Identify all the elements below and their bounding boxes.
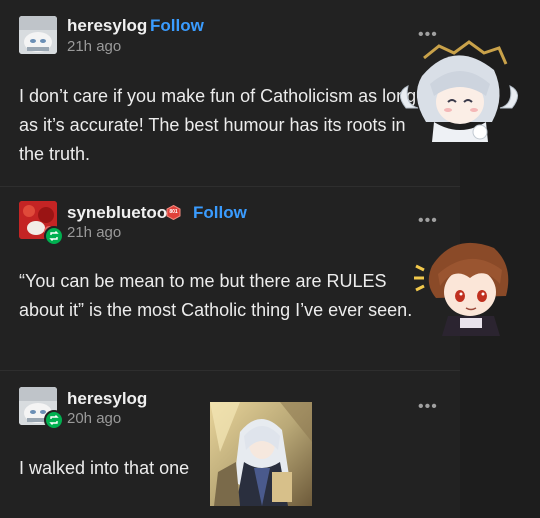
more-options-icon[interactable]: ••• bbox=[418, 398, 438, 416]
reaction-image[interactable] bbox=[210, 402, 312, 506]
post-feed: heresylog Follow 21h ago ••• I don’t car… bbox=[0, 0, 460, 518]
chibi-character-icon bbox=[414, 242, 509, 336]
user-badge[interactable]: 801 bbox=[166, 204, 181, 221]
post-author-name[interactable]: heresylog bbox=[67, 16, 147, 36]
more-options-icon[interactable]: ••• bbox=[418, 212, 438, 230]
avatar-image bbox=[19, 16, 57, 54]
post-timestamp[interactable]: 21h ago bbox=[67, 38, 121, 55]
reblog-badge bbox=[44, 410, 64, 430]
reblog-icon bbox=[49, 231, 59, 241]
follow-button[interactable]: Follow bbox=[193, 203, 247, 223]
chibi-character-icon bbox=[400, 40, 518, 142]
post-body: “You can be mean to me but there are RUL… bbox=[19, 271, 413, 320]
divider bbox=[0, 186, 460, 187]
chibi-sticker-silver bbox=[394, 38, 524, 150]
divider bbox=[0, 370, 460, 371]
post-timestamp[interactable]: 20h ago bbox=[67, 410, 121, 427]
reblog-badge bbox=[44, 226, 64, 246]
badge-label: 801 bbox=[169, 209, 178, 215]
follow-button[interactable]: Follow bbox=[150, 16, 204, 36]
reblog-icon bbox=[49, 415, 59, 425]
post-body: I don’t care if you make fun of Catholic… bbox=[19, 86, 417, 164]
chibi-sticker-brown bbox=[414, 236, 518, 336]
post-timestamp[interactable]: 21h ago bbox=[67, 224, 121, 241]
avatar[interactable] bbox=[19, 16, 57, 54]
post-author-name[interactable]: heresylog bbox=[67, 389, 147, 409]
post-author-name[interactable]: synebluetoo bbox=[67, 203, 167, 223]
character-image bbox=[210, 402, 312, 506]
